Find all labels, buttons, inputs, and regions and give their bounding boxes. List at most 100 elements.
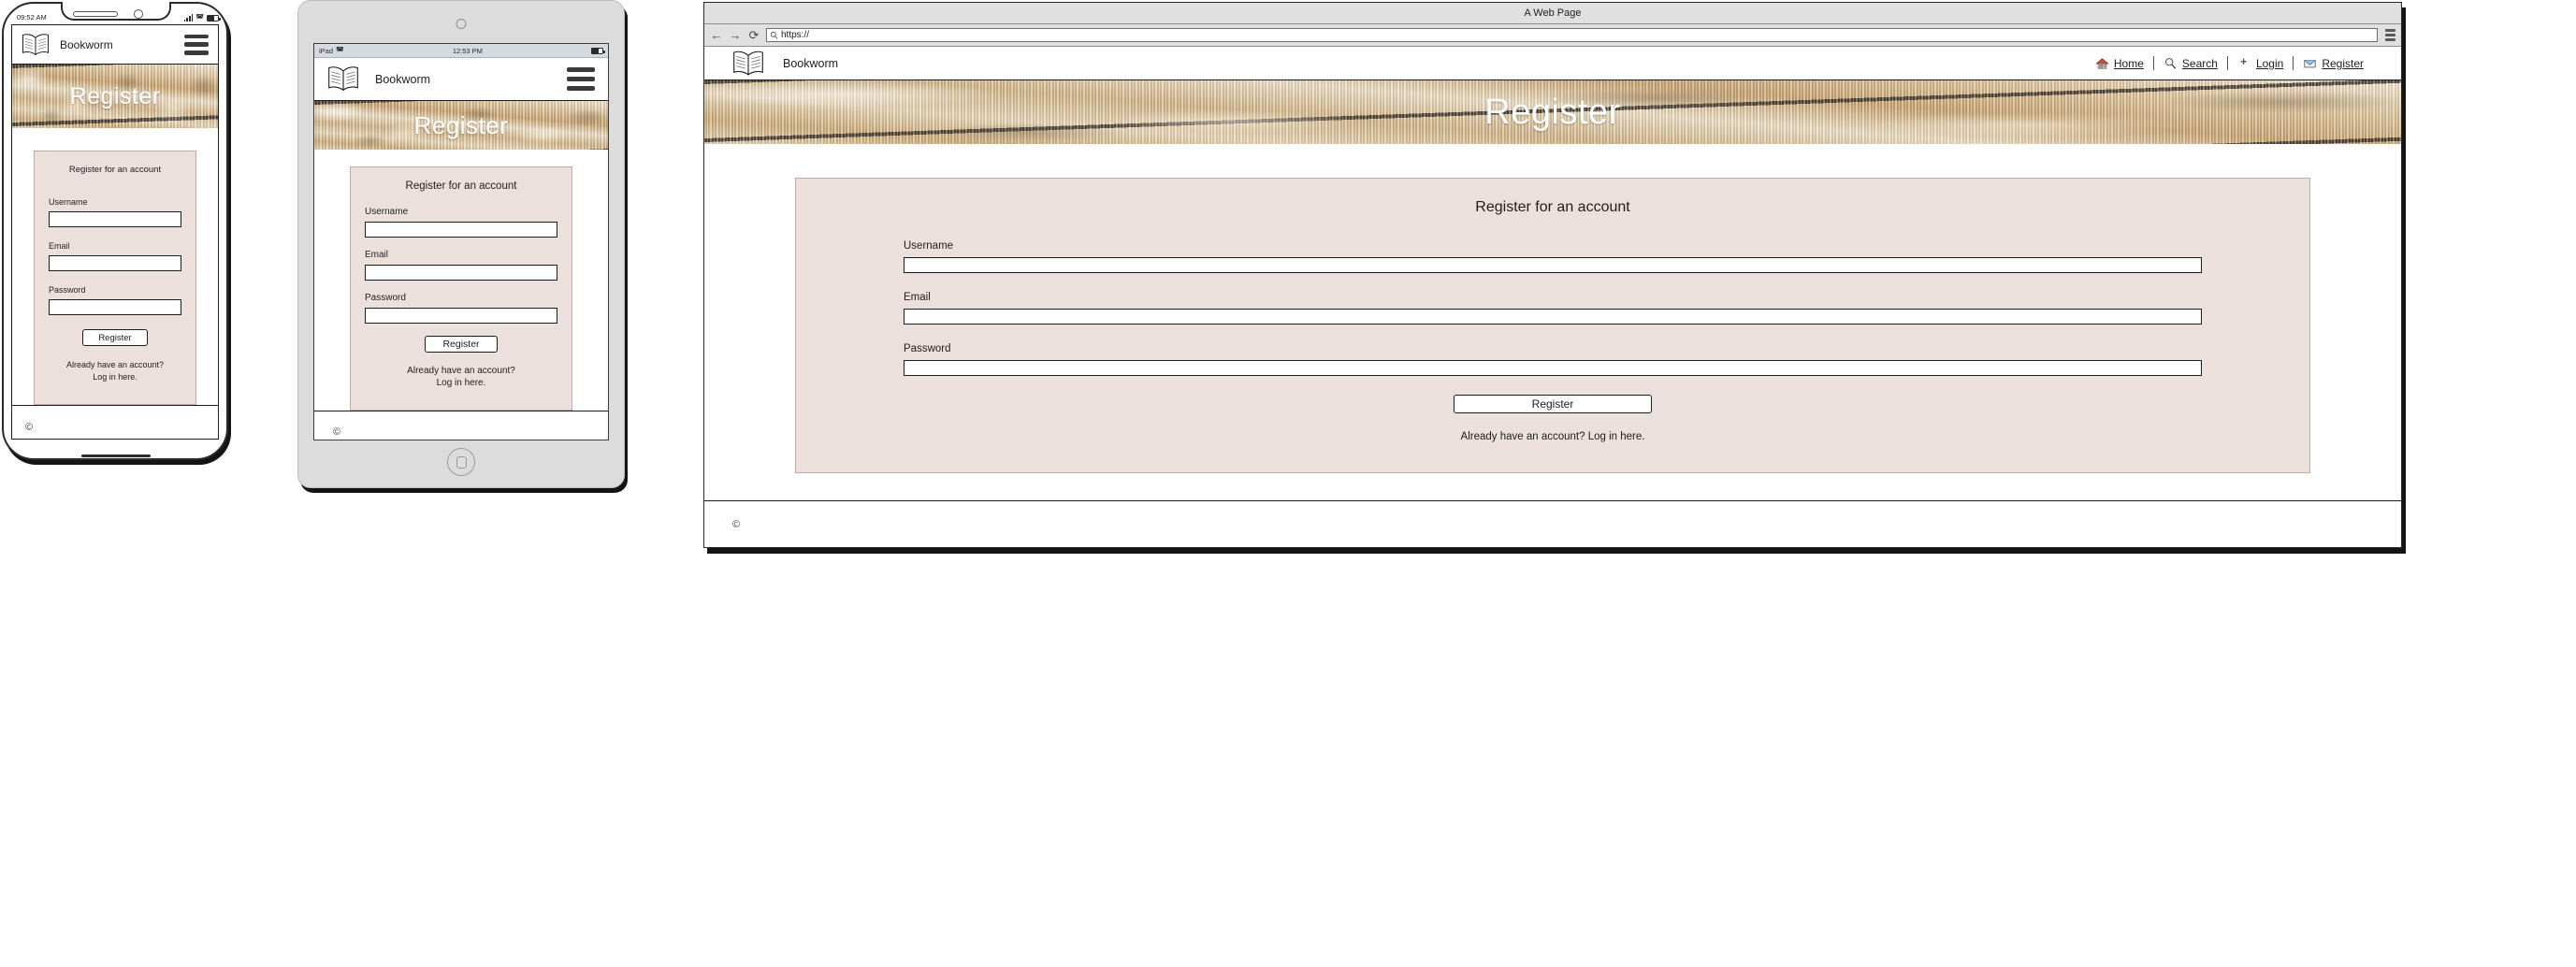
- plus-icon: [2240, 58, 2247, 65]
- desktop-brand-name: Bookworm: [783, 56, 839, 70]
- phone-hero-banner: Register: [12, 65, 218, 128]
- open-book-logo-icon: [22, 33, 49, 55]
- nav-link-home-label: Home: [2113, 56, 2144, 70]
- tablet-brand[interactable]: Bookworm: [327, 65, 430, 93]
- nav-link-register-label: Register: [2322, 56, 2364, 70]
- desktop-nav-links: Home Search Login Register: [2086, 56, 2373, 70]
- magnifier-icon: [2164, 57, 2177, 69]
- tablet-device-label: iPad: [319, 46, 334, 55]
- nav-link-search-label: Search: [2181, 56, 2218, 70]
- tablet-site-footer: ©: [314, 411, 608, 440]
- desktop-copyright: ©: [732, 518, 741, 530]
- browser-menu-icon[interactable]: [2385, 29, 2395, 41]
- desktop-email-label: Email: [904, 292, 931, 303]
- tablet-password-label: Password: [365, 293, 406, 303]
- phone-copyright: ©: [25, 421, 34, 433]
- phone-status-time: 09:52 AM: [17, 13, 47, 22]
- desktop-register-button[interactable]: Register: [1454, 395, 1652, 413]
- phone-helper-line1: Already have an account?: [65, 360, 165, 369]
- desktop-page-body: Register for an account Username Email P…: [704, 144, 2401, 500]
- battery-icon: [591, 47, 605, 54]
- browser-viewport: Bookworm Home Search Login Register Regi…: [704, 47, 2401, 547]
- tablet-page-body: Register for an account Username Email P…: [314, 150, 608, 411]
- phone-email-label: Email: [49, 241, 70, 251]
- tablet-hero-banner: Register: [314, 101, 608, 150]
- nav-link-search[interactable]: Search: [2154, 57, 2227, 70]
- browser-toolbar: ← → ⟳ https://: [704, 24, 2401, 47]
- phone-brand[interactable]: Bookworm: [22, 33, 113, 57]
- mockup-stage: 09:52 AM ◚ Bookworm Register Register fo…: [0, 0, 2576, 967]
- hamburger-menu-icon[interactable]: [567, 67, 595, 91]
- house-icon: [2095, 57, 2109, 69]
- desktop-site-nav: Bookworm Home Search Login Register: [704, 47, 2401, 80]
- forward-arrow-icon[interactable]: →: [729, 28, 742, 43]
- open-book-logo-icon: [733, 51, 763, 76]
- tablet-camera-icon: [456, 19, 467, 29]
- url-bar[interactable]: https://: [766, 28, 2378, 42]
- tablet-site-nav: Bookworm: [314, 58, 608, 101]
- nav-link-login[interactable]: Login: [2228, 57, 2293, 70]
- tablet-copyright: ©: [333, 426, 341, 438]
- tablet-screen: iPad ◚ 12:53 PM Bookworm Register Regist…: [313, 43, 609, 440]
- phone-site-nav: Bookworm: [12, 25, 218, 65]
- phone-register-button[interactable]: Register: [82, 329, 148, 346]
- phone-status-bar: 09:52 AM ◚: [9, 13, 223, 22]
- tablet-email-label: Email: [365, 250, 389, 260]
- tablet-hero-title: Register: [413, 110, 509, 139]
- desktop-email-input[interactable]: [904, 309, 2202, 325]
- open-book-logo-icon: [328, 66, 358, 92]
- phone-login-link[interactable]: Log in here.: [49, 371, 181, 383]
- tablet-status-right: [591, 47, 605, 54]
- tablet-password-input[interactable]: [365, 308, 557, 324]
- phone-hero-title: Register: [69, 82, 161, 109]
- browser-mockup: A Web Page ← → ⟳ https:// Bookworm Home …: [703, 2, 2402, 548]
- tablet-status-left: iPad ◚: [319, 47, 344, 55]
- tablet-login-link[interactable]: Log in here.: [365, 377, 557, 389]
- tablet-brand-name: Bookworm: [375, 72, 431, 86]
- home-button-icon[interactable]: [447, 448, 475, 476]
- phone-home-indicator: [81, 455, 151, 457]
- phone-register-card: Register for an account Username Email P…: [34, 151, 196, 405]
- desktop-username-label: Username: [904, 240, 954, 252]
- phone-form-heading: Register for an account: [68, 165, 162, 175]
- back-arrow-icon[interactable]: ←: [710, 28, 723, 43]
- phone-email-input[interactable]: [49, 255, 181, 271]
- url-text: https://: [781, 30, 810, 40]
- desktop-password-input[interactable]: [904, 360, 2202, 376]
- tablet-username-label: Username: [365, 207, 409, 217]
- desktop-site-footer: ©: [704, 500, 2401, 547]
- phone-login-helper: Already have an account? Log in here.: [49, 359, 181, 383]
- phone-password-input[interactable]: [49, 299, 181, 315]
- phone-mockup: 09:52 AM ◚ Bookworm Register Register fo…: [0, 0, 232, 465]
- desktop-form-heading: Register for an account: [1475, 199, 1630, 215]
- nav-link-home[interactable]: Home: [2086, 57, 2153, 70]
- phone-page-body: Register for an account Username Email P…: [12, 128, 218, 405]
- wifi-icon: ◚: [195, 12, 204, 22]
- tablet-status-bar: iPad ◚ 12:53 PM: [314, 44, 608, 58]
- phone-brand-name: Bookworm: [60, 37, 113, 51]
- battery-icon: [207, 14, 221, 22]
- hamburger-menu-icon[interactable]: [184, 34, 209, 55]
- tablet-form-heading: Register for an account: [405, 180, 517, 192]
- nav-link-login-label: Login: [2255, 56, 2284, 70]
- reload-icon[interactable]: ⟳: [747, 28, 760, 43]
- desktop-login-helper[interactable]: Already have an account? Log in here.: [904, 431, 2202, 442]
- desktop-hero-banner: Register: [704, 80, 2401, 144]
- phone-password-label: Password: [49, 285, 86, 295]
- phone-username-input[interactable]: [49, 211, 181, 227]
- nav-link-register[interactable]: Register: [2294, 57, 2373, 70]
- browser-window-title: A Web Page: [1524, 7, 1582, 19]
- tablet-register-card: Register for an account Username Email P…: [350, 166, 572, 411]
- desktop-brand[interactable]: Bookworm: [732, 50, 838, 78]
- tablet-helper-line1: Already have an account?: [407, 366, 515, 376]
- tablet-username-input[interactable]: [365, 222, 557, 238]
- browser-title-bar: A Web Page: [704, 3, 2401, 24]
- phone-status-icons: ◚: [183, 12, 221, 22]
- tablet-mockup: iPad ◚ 12:53 PM Bookworm Register Regist…: [297, 0, 625, 488]
- desktop-hero-title: Register: [1484, 92, 1621, 132]
- desktop-register-card: Register for an account Username Email P…: [795, 178, 2310, 473]
- tablet-email-input[interactable]: [365, 265, 557, 281]
- envelope-icon: [2304, 59, 2316, 67]
- tablet-register-button[interactable]: Register: [425, 336, 498, 353]
- desktop-username-input[interactable]: [904, 257, 2202, 273]
